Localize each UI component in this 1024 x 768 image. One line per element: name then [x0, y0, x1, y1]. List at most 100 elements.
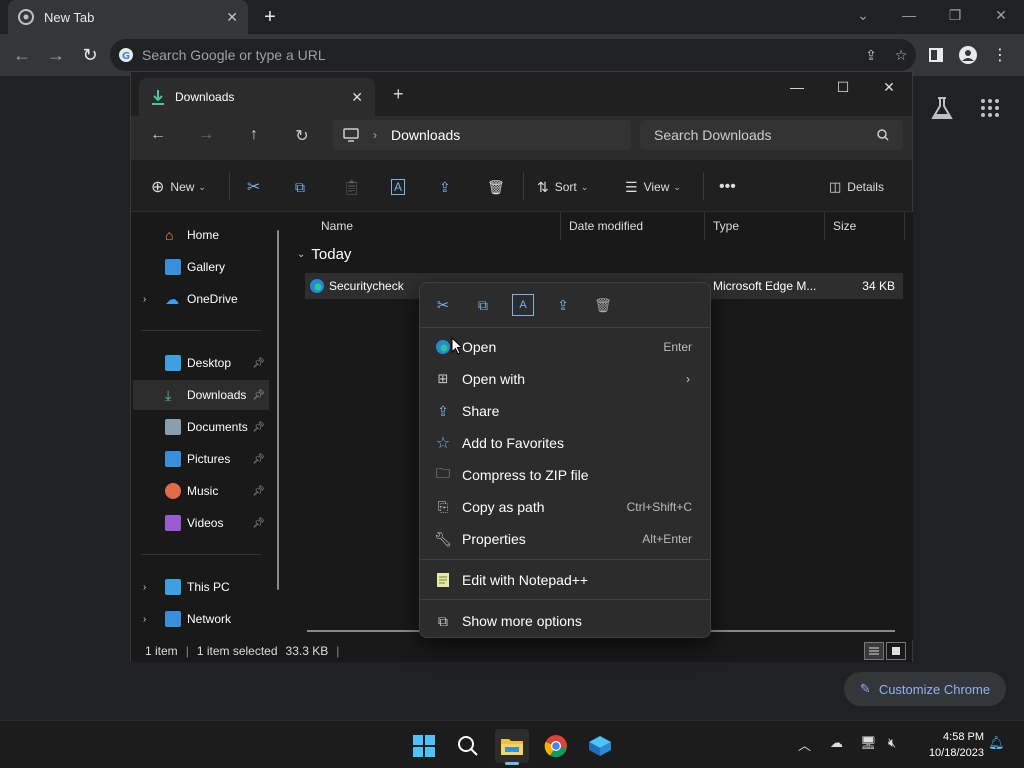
desktop-icon	[165, 355, 181, 371]
view-button[interactable]: ☰ View ⌄	[625, 176, 681, 198]
refresh-button[interactable]: ↻	[287, 126, 317, 146]
nav-item-downloads[interactable]: ⤓ Downloads 📌︎	[133, 380, 269, 410]
minimize-button[interactable]: —	[886, 0, 932, 30]
paste-button[interactable]: 📋︎	[343, 176, 361, 198]
nav-item-home[interactable]: ⌂ Home	[133, 220, 269, 250]
divider	[703, 172, 704, 200]
explorer-new-tab-button[interactable]: +	[393, 84, 404, 105]
omnibox[interactable]: G Search Google or type a URL ⇪ ☆	[110, 39, 916, 71]
more-options-button[interactable]: •••	[719, 176, 736, 198]
customize-chrome-label: Customize Chrome	[878, 681, 991, 697]
maximize-button[interactable]: ☐	[820, 72, 866, 102]
back-button[interactable]: ←	[143, 126, 173, 144]
column-header-size[interactable]: Size	[825, 212, 905, 240]
rename-button[interactable]: A	[391, 176, 406, 198]
menu-kebab-icon[interactable]: ⋮	[984, 39, 1016, 71]
menu-item-label: Copy as path	[462, 499, 545, 515]
nav-item-gallery[interactable]: Gallery	[133, 252, 269, 282]
chrome-tab-new-tab[interactable]: New Tab ✕	[8, 0, 248, 34]
forward-button[interactable]: →	[40, 39, 72, 71]
forward-button[interactable]: →	[191, 126, 221, 144]
share-icon[interactable]: ⇪	[552, 294, 574, 316]
menu-item-show-more-options[interactable]: ⧉ Show more options	[424, 606, 706, 636]
breadcrumb-item[interactable]: Downloads	[391, 127, 460, 143]
menu-item-properties[interactable]: 🔧︎ Properties Alt+Enter	[424, 524, 706, 554]
delete-icon[interactable]: 🗑︎	[592, 294, 614, 316]
minimize-button[interactable]: —	[774, 72, 820, 102]
menu-item-copy-as-path[interactable]: ⎘ Copy as path Ctrl+Shift+C	[424, 492, 706, 522]
sort-button[interactable]: ⇅ Sort ⌄	[537, 176, 588, 198]
nav-item-documents[interactable]: Documents 📌︎	[133, 412, 269, 442]
share-button[interactable]: ⇪	[439, 176, 451, 198]
menu-item-compress-zip[interactable]: 🗀︎ Compress to ZIP file	[424, 460, 706, 490]
chrome-icon	[18, 9, 34, 25]
new-button[interactable]: ⊕ New ⌄	[151, 176, 206, 198]
nav-item-music[interactable]: Music 📌︎	[133, 476, 269, 506]
restore-button[interactable]: ❐	[932, 0, 978, 30]
labs-flask-icon[interactable]	[930, 96, 954, 122]
explorer-tab-label: Downloads	[175, 90, 235, 104]
taskbar-chrome[interactable]	[539, 729, 573, 763]
close-tab-icon[interactable]: ✕	[226, 9, 238, 26]
taskbar-file-explorer[interactable]	[495, 729, 529, 765]
cut-icon[interactable]: ✂	[432, 294, 454, 316]
nav-item-videos[interactable]: Videos 📌︎	[133, 508, 269, 538]
copy-icon[interactable]: ⧉	[472, 294, 494, 316]
group-header-today[interactable]: ⌄ Today	[297, 246, 351, 263]
taskbar-app-box[interactable]	[583, 729, 617, 763]
onedrive-status-icon[interactable]: ☁	[830, 735, 843, 751]
up-button[interactable]: ↑	[239, 126, 269, 144]
copy-button[interactable]: ⧉	[295, 176, 305, 198]
column-header-type[interactable]: Type	[705, 212, 825, 240]
side-panel-icon[interactable]	[920, 39, 952, 71]
nav-item-network[interactable]: › Network	[133, 604, 269, 634]
chrome-toolbar: ← → ↻ G Search Google or type a URL ⇪ ☆ …	[0, 34, 1024, 76]
nav-item-onedrive[interactable]: › ☁ OneDrive	[133, 284, 269, 314]
new-tab-button[interactable]: +	[258, 6, 282, 28]
menu-item-add-to-favorites[interactable]: ☆ Add to Favorites	[424, 428, 706, 458]
volume-muted-icon[interactable]: 🔇︎	[888, 735, 896, 751]
close-tab-icon[interactable]: ✕	[351, 89, 363, 106]
view-icon: ☰	[625, 178, 638, 195]
details-view-icon[interactable]	[864, 642, 884, 660]
breadcrumb[interactable]: › Downloads	[333, 120, 631, 150]
explorer-tab-downloads[interactable]: Downloads ✕	[139, 78, 375, 116]
expand-chevron-icon[interactable]: ›	[143, 294, 146, 305]
search-input[interactable]: Search Downloads	[640, 120, 903, 150]
google-apps-icon[interactable]	[980, 98, 1000, 118]
cut-button[interactable]: ✂	[247, 176, 260, 198]
notification-bell-icon[interactable]: 🔔︎	[988, 735, 1005, 751]
column-header-date[interactable]: Date modified	[561, 212, 705, 240]
tiles-view-icon[interactable]	[886, 642, 906, 660]
expand-chevron-icon[interactable]: ›	[143, 582, 146, 593]
reload-button[interactable]: ↻	[74, 39, 106, 71]
divider: |	[336, 644, 340, 658]
details-button[interactable]: ◫ Details	[829, 176, 884, 198]
nav-scrollbar[interactable]	[277, 230, 279, 590]
start-button[interactable]	[407, 729, 441, 763]
network-status-icon[interactable]: 🖥︎	[860, 735, 877, 751]
close-window-button[interactable]: ✕	[978, 0, 1024, 30]
nav-item-this-pc[interactable]: › This PC	[133, 572, 269, 602]
nav-item-label: Gallery	[187, 260, 226, 274]
customize-chrome-button[interactable]: ✎ Customize Chrome	[844, 672, 1006, 706]
nav-item-pictures[interactable]: Pictures 📌︎	[133, 444, 269, 474]
nav-item-desktop[interactable]: Desktop 📌︎	[133, 348, 269, 378]
taskbar-search-button[interactable]	[451, 729, 485, 763]
menu-item-open[interactable]: Open Enter	[424, 332, 706, 362]
back-button[interactable]: ←	[6, 39, 38, 71]
delete-button[interactable]: 🗑︎	[487, 176, 505, 198]
profile-icon[interactable]	[952, 39, 984, 71]
bookmark-star-icon[interactable]: ☆	[886, 47, 916, 64]
menu-item-edit-notepad-plus[interactable]: Edit with Notepad++	[424, 565, 706, 595]
menu-item-share[interactable]: ⇪ Share	[424, 396, 706, 426]
share-icon[interactable]: ⇪	[856, 47, 886, 64]
tab-search-icon[interactable]: ⌄	[840, 0, 886, 30]
rename-icon[interactable]: A	[512, 294, 534, 316]
system-clock[interactable]: 4:58 PM 10/18/2023	[918, 729, 984, 761]
chevron-up-icon[interactable]: ︿	[798, 735, 811, 754]
close-window-button[interactable]: ✕	[866, 72, 912, 102]
expand-chevron-icon[interactable]: ›	[143, 614, 146, 625]
menu-item-open-with[interactable]: ⊞ Open with ›	[424, 364, 706, 394]
column-header-name[interactable]: Name	[313, 212, 561, 240]
